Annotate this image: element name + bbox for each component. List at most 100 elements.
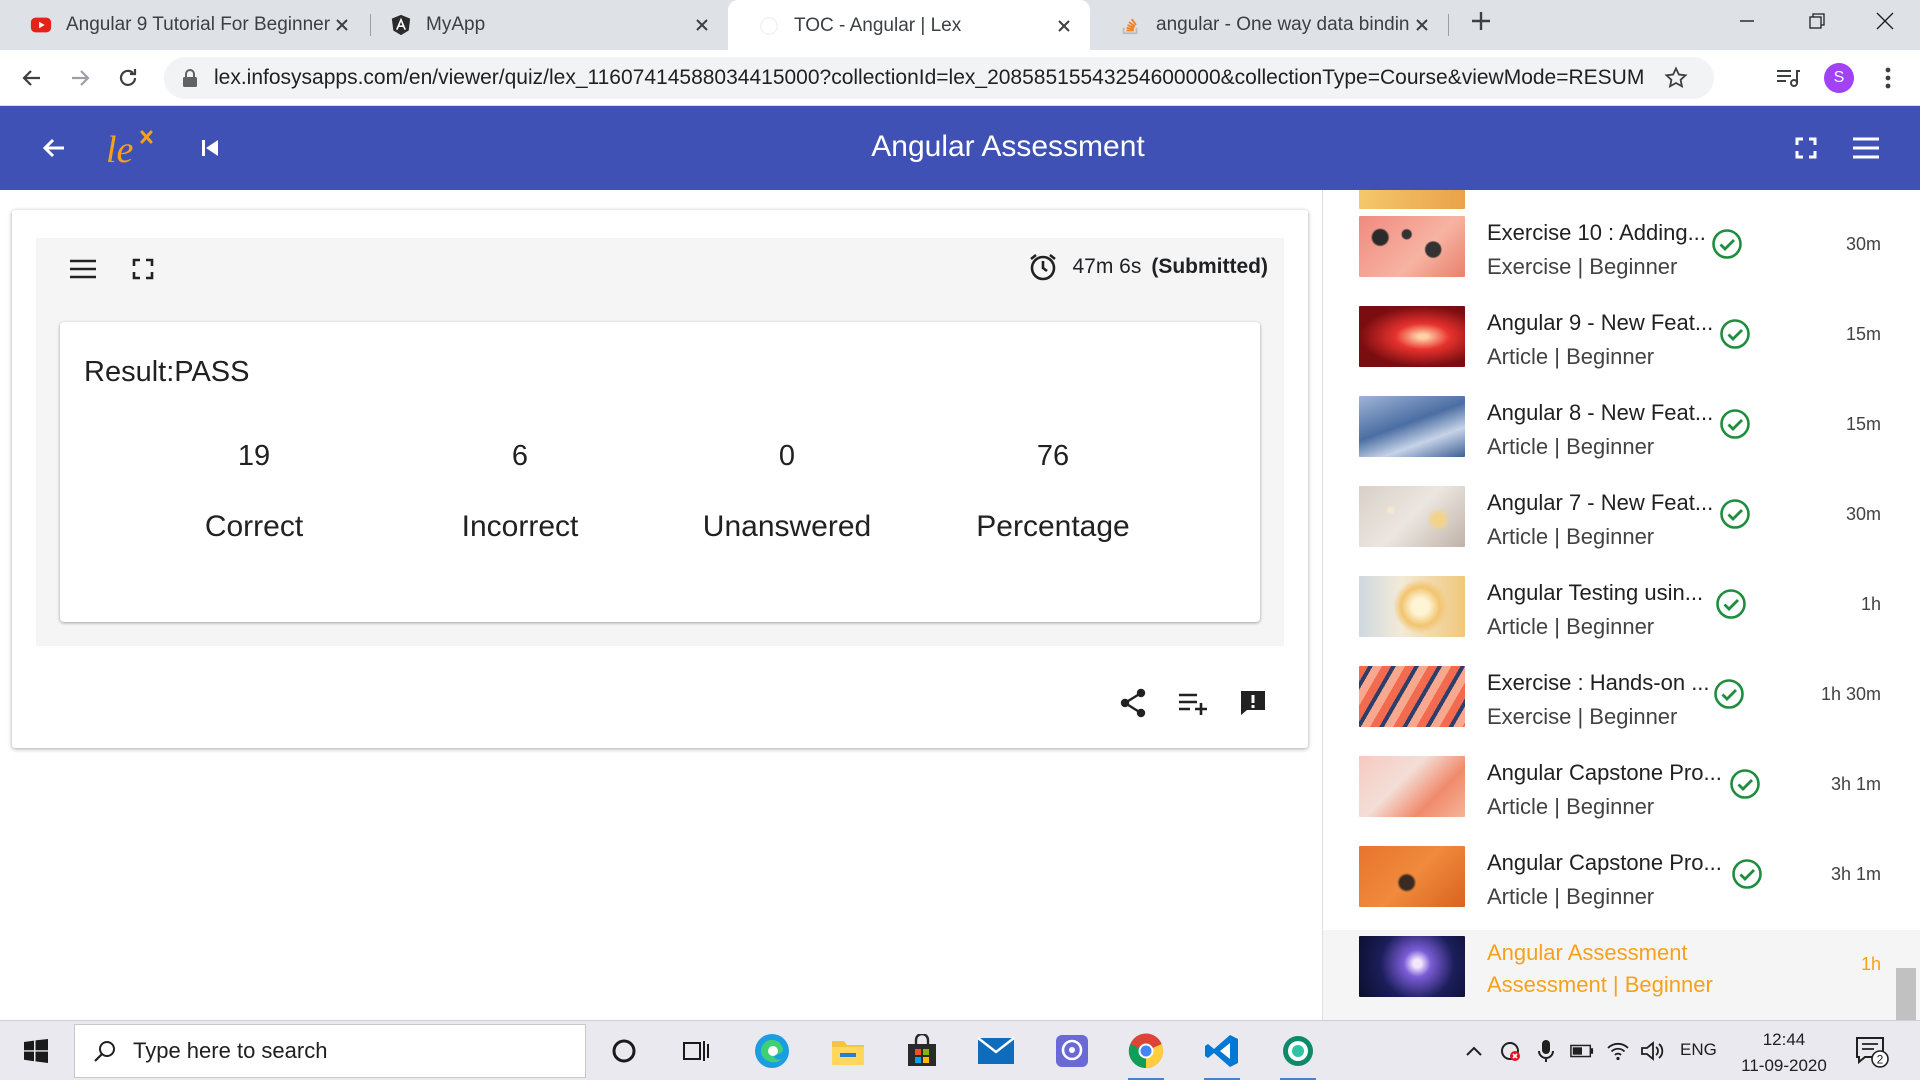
content-thumbnail xyxy=(1359,756,1465,817)
tray-microphone[interactable] xyxy=(1534,1039,1558,1063)
menu-icon xyxy=(1853,137,1879,159)
tab-title: MyApp xyxy=(426,14,486,35)
reload-button[interactable] xyxy=(114,64,142,92)
toc-menu-button[interactable] xyxy=(1848,130,1884,166)
quiz-fullscreen-button[interactable] xyxy=(126,252,160,286)
close-tab-icon[interactable] xyxy=(1052,14,1076,38)
new-tab-button[interactable] xyxy=(1446,0,1516,42)
edge-browser-icon xyxy=(755,1034,789,1068)
show-hidden-icons[interactable] xyxy=(1462,1039,1486,1063)
feedback-button[interactable] xyxy=(1236,686,1270,720)
browser-toolbar: lex.infosysapps.com/en/viewer/quiz/lex_1… xyxy=(0,50,1920,106)
tray-network[interactable] xyxy=(1606,1039,1630,1063)
windows-logo-icon xyxy=(24,1039,48,1063)
vscode-icon xyxy=(1205,1035,1238,1067)
toc-scrollbar-thumb[interactable] xyxy=(1896,968,1916,1020)
toc-item[interactable]: Exercise : Hands-on ... Exercise | Begin… xyxy=(1323,644,1920,734)
fullscreen-button[interactable] xyxy=(1788,130,1824,166)
tab-stackoverflow[interactable]: angular - One way data binding i xyxy=(1090,0,1448,50)
toc-item-meta: Article | Beginner xyxy=(1487,344,1655,369)
feedback-icon xyxy=(1241,691,1265,715)
tab-title: angular - One way data binding i xyxy=(1156,14,1410,35)
question-list-button[interactable] xyxy=(66,252,100,286)
forward-button[interactable] xyxy=(66,64,94,92)
toc-item[interactable]: Angular 8 - New Feat... Article | Beginn… xyxy=(1323,374,1920,464)
taskbar-vscode[interactable] xyxy=(1196,1027,1248,1080)
share-button[interactable] xyxy=(1116,686,1150,720)
bookmark-star-icon[interactable] xyxy=(1664,66,1688,90)
lex-icon xyxy=(760,17,778,35)
tab-myapp[interactable]: MyApp xyxy=(360,0,728,50)
stat-correct: 19 Correct xyxy=(124,440,384,544)
taskbar-chrome[interactable] xyxy=(1120,1027,1172,1080)
assistant-app-icon xyxy=(1056,1035,1088,1067)
close-tab-icon[interactable] xyxy=(690,13,714,37)
add-to-playlist-button[interactable] xyxy=(1176,686,1210,720)
address-bar[interactable]: lex.infosysapps.com/en/viewer/quiz/lex_1… xyxy=(164,57,1714,99)
toc-item[interactable]: Angular Testing usin... Article | Beginn… xyxy=(1323,554,1920,644)
toc-item-title: Angular 8 - New Feat... xyxy=(1487,400,1714,425)
tray-app[interactable] xyxy=(1498,1039,1522,1063)
quiz-timer: 47m 6s (Submitted) xyxy=(1028,252,1268,282)
close-tab-icon[interactable] xyxy=(330,13,354,37)
stat-label: Incorrect xyxy=(461,510,579,543)
reload-icon xyxy=(119,69,137,86)
toc-item-title: Angular Testing usin... xyxy=(1487,580,1704,605)
taskbar-store[interactable] xyxy=(896,1027,948,1075)
taskbar-app[interactable] xyxy=(1272,1027,1324,1080)
close-window-button[interactable] xyxy=(1850,0,1920,42)
toc-item-duration: 30m xyxy=(1845,504,1881,524)
windows-taskbar: Type here to search ENG 12:44 11-09-2020… xyxy=(0,1020,1920,1080)
toc-item[interactable]: Angular Capstone Pro... Article | Beginn… xyxy=(1323,824,1920,914)
toc-item-title: Exercise : Hands-on ... xyxy=(1487,670,1710,695)
taskbar-search-box[interactable]: Type here to search xyxy=(74,1024,586,1078)
toc-item-duration: 3h 1m xyxy=(1830,774,1881,794)
browser-tab-strip: Angular 9 Tutorial For Beginners MyApp T… xyxy=(0,0,1920,52)
back-button[interactable] xyxy=(18,64,46,92)
restore-button[interactable] xyxy=(1782,0,1852,42)
close-tab-icon[interactable] xyxy=(1410,13,1434,37)
input-language[interactable]: ENG xyxy=(1680,1040,1717,1060)
toc-item-meta: Exercise | Beginner xyxy=(1487,254,1678,279)
quiz-card: 47m 6s (Submitted) Result:PASS 19 Correc… xyxy=(12,210,1308,748)
tray-battery[interactable] xyxy=(1570,1039,1594,1063)
taskbar-photos[interactable] xyxy=(1046,1027,1098,1075)
taskbar-file-explorer[interactable] xyxy=(822,1027,874,1075)
toc-item[interactable]: Angular Capstone Pro... Article | Beginn… xyxy=(1323,734,1920,824)
toc-item-duration: 3h 1m xyxy=(1830,864,1881,884)
toc-item-active[interactable]: Angular Assessment Assessment | Beginner… xyxy=(1323,930,1920,1020)
chrome-browser-icon xyxy=(1128,1033,1164,1069)
completed-check-icon xyxy=(1712,229,1742,259)
tab-toc-lex[interactable]: TOC - Angular | Lex xyxy=(728,0,1090,52)
menu-icon xyxy=(70,259,96,279)
media-control-button[interactable] xyxy=(1774,64,1802,92)
notification-center-button[interactable]: 2 xyxy=(1854,1035,1890,1069)
completed-check-icon xyxy=(1714,679,1744,709)
browser-menu-button[interactable] xyxy=(1874,64,1902,92)
stat-value: 6 xyxy=(511,440,529,472)
minimize-button[interactable] xyxy=(1712,0,1782,42)
tab-youtube[interactable]: Angular 9 Tutorial For Beginners xyxy=(0,0,368,50)
stat-value: 0 xyxy=(778,440,796,472)
toc-item-title: Exercise 10 : Adding... xyxy=(1487,220,1706,245)
angular-icon xyxy=(391,14,411,36)
task-view-button[interactable] xyxy=(670,1027,722,1075)
profile-avatar[interactable]: S xyxy=(1824,63,1854,93)
content-thumbnail xyxy=(1359,306,1465,367)
content-thumbnail xyxy=(1359,666,1465,727)
playlist-add-icon xyxy=(1179,693,1207,715)
toc-item[interactable]: Exercise 10 : Adding... Exercise | Begin… xyxy=(1323,194,1920,284)
system-clock[interactable]: 12:44 11-09-2020 xyxy=(1734,1027,1834,1079)
taskbar-mail[interactable] xyxy=(970,1027,1022,1075)
cortana-button[interactable] xyxy=(598,1027,650,1075)
toc-item[interactable]: Angular 7 - New Feat... Article | Beginn… xyxy=(1323,464,1920,554)
toc-item-meta: Article | Beginner xyxy=(1487,794,1655,819)
taskbar-edge[interactable] xyxy=(746,1027,798,1075)
toc-item[interactable]: Angular 9 - New Feat... Article | Beginn… xyxy=(1323,284,1920,374)
alarm-clock-icon xyxy=(1030,253,1057,281)
stat-value: 19 xyxy=(237,440,271,472)
tray-volume[interactable] xyxy=(1640,1039,1664,1063)
content-thumbnail xyxy=(1359,936,1465,997)
start-button[interactable] xyxy=(0,1021,72,1080)
security-status-icon xyxy=(1501,1042,1520,1061)
